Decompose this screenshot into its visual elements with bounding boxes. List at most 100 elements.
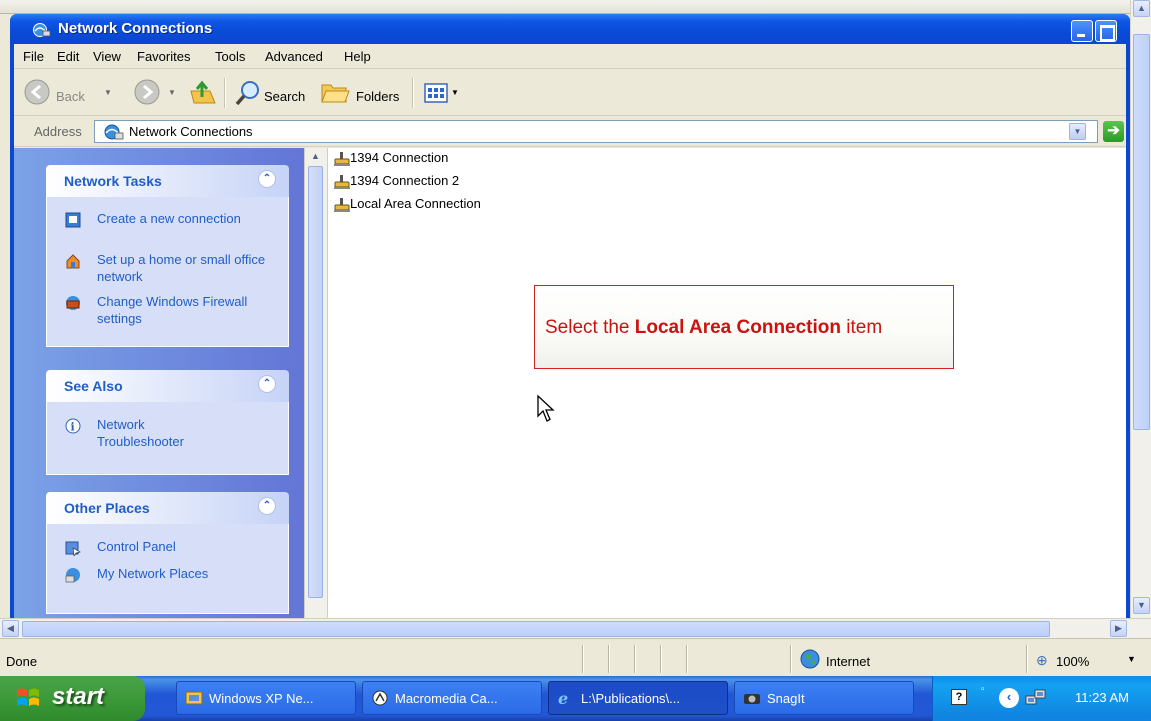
address-label: Address bbox=[34, 124, 82, 139]
status-divider bbox=[582, 645, 584, 673]
folders-label: Folders bbox=[356, 89, 400, 104]
task-label: Create a new connection bbox=[97, 211, 241, 226]
folders-icon bbox=[321, 84, 350, 103]
windows-flag-icon bbox=[17, 688, 39, 706]
task-pane-scroll-thumb[interactable] bbox=[308, 166, 323, 598]
network-connections-icon bbox=[33, 23, 51, 37]
vertical-scroll-thumb[interactable] bbox=[1133, 34, 1150, 430]
task-firewall-settings[interactable]: Change Windows Firewall settings bbox=[65, 293, 280, 329]
forward-arrow-icon bbox=[134, 79, 160, 105]
title-bar[interactable]: Network Connections bbox=[10, 14, 1130, 44]
horizontal-scroll-thumb[interactable] bbox=[22, 621, 1050, 637]
help-tray-icon[interactable]: ? bbox=[951, 689, 967, 705]
other-places-header[interactable]: Other Places ⌃ bbox=[46, 492, 289, 524]
address-field[interactable]: Network Connections ▼ bbox=[94, 120, 1098, 143]
task-label: Control Panel bbox=[97, 539, 176, 554]
menu-bar: File Edit View Favorites Tools Advanced … bbox=[14, 44, 1126, 69]
svg-text:i: i bbox=[71, 421, 75, 434]
network-cable-icon bbox=[334, 152, 350, 166]
macromedia-app-icon bbox=[372, 690, 388, 706]
vertical-scrollbar[interactable]: ▲ ▼ bbox=[1130, 0, 1151, 618]
place-my-network-places[interactable]: My Network Places bbox=[65, 565, 280, 585]
taskbar-button-publications[interactable]: e L:\Publications\... bbox=[548, 681, 728, 715]
task-home-network[interactable]: Set up a home or small office network bbox=[65, 251, 280, 287]
status-divider bbox=[1026, 645, 1028, 673]
menu-tools[interactable]: Tools bbox=[215, 49, 245, 64]
menu-favorites[interactable]: Favorites bbox=[137, 49, 190, 64]
collapse-icon[interactable]: ⌃ bbox=[258, 375, 276, 393]
see-also-title: See Also bbox=[64, 378, 123, 394]
place-control-panel[interactable]: Control Panel bbox=[65, 538, 280, 558]
up-folder-icon[interactable] bbox=[188, 79, 218, 107]
views-dropdown-icon[interactable]: ▼ bbox=[451, 88, 459, 97]
taskbar: start Windows XP Ne... Macromedia Ca... … bbox=[0, 676, 1151, 721]
snagit-app-icon bbox=[744, 694, 760, 704]
task-network-troubleshooter[interactable]: i Network Troubleshooter bbox=[65, 416, 280, 452]
back-dropdown-icon[interactable]: ▼ bbox=[104, 88, 112, 97]
callout-prefix: Select the bbox=[545, 317, 635, 338]
taskbar-button-windows-xp[interactable]: Windows XP Ne... bbox=[176, 681, 356, 715]
address-dropdown-icon[interactable]: ▼ bbox=[1069, 123, 1086, 140]
window-client-area: File Edit View Favorites Tools Advanced … bbox=[14, 44, 1126, 619]
connection-label: 1394 Connection bbox=[350, 150, 449, 165]
status-bar: Done Internet ⊕ 100% ▼ bbox=[0, 638, 1151, 676]
show-hidden-icons-button[interactable]: ‹ bbox=[999, 688, 1019, 708]
zoom-level[interactable]: 100% bbox=[1056, 654, 1089, 669]
folders-button[interactable]: Folders bbox=[316, 74, 408, 112]
callout-emphasis: Local Area Connection bbox=[634, 317, 841, 338]
start-button[interactable]: start bbox=[0, 676, 145, 721]
internet-explorer-icon: e bbox=[558, 690, 568, 706]
taskbar-button-label: Macromedia Ca... bbox=[395, 691, 498, 706]
see-also-body: i Network Troubleshooter bbox=[46, 402, 289, 475]
browser-top-edge bbox=[0, 0, 1151, 14]
menu-edit[interactable]: Edit bbox=[57, 49, 79, 64]
restore-tray-icon[interactable]: ▫ bbox=[981, 684, 985, 695]
scroll-right-arrow-icon[interactable]: ▶ bbox=[1110, 620, 1127, 637]
views-icon bbox=[424, 83, 448, 103]
callout-text: Select the Local Area Connection item bbox=[545, 317, 882, 339]
toolbar-separator bbox=[412, 78, 414, 108]
menu-view[interactable]: View bbox=[93, 49, 121, 64]
other-places-title: Other Places bbox=[64, 500, 150, 516]
network-status-icon[interactable] bbox=[1025, 688, 1047, 708]
svg-text:e: e bbox=[558, 690, 568, 706]
see-also-header[interactable]: See Also ⌃ bbox=[46, 370, 289, 402]
clock[interactable]: 11:23 AM bbox=[1075, 690, 1129, 705]
network-places-icon bbox=[65, 568, 80, 583]
network-connections-window: Network Connections File Edit View Favor… bbox=[10, 14, 1130, 619]
horizontal-scrollbar[interactable]: ◀ ▶ bbox=[0, 618, 1151, 638]
system-tray: ? ▫ ‹ 11:23 AM bbox=[932, 676, 1151, 721]
toolbar-separator bbox=[224, 78, 226, 108]
menu-advanced[interactable]: Advanced bbox=[265, 49, 323, 64]
scroll-down-arrow-icon[interactable]: ▼ bbox=[1133, 597, 1150, 614]
scroll-up-arrow-icon[interactable]: ▲ bbox=[1133, 0, 1150, 17]
new-connection-icon bbox=[65, 212, 81, 228]
search-label: Search bbox=[264, 89, 306, 104]
search-button[interactable]: Search bbox=[230, 74, 310, 112]
task-pane-scrollbar[interactable]: ▲ bbox=[304, 148, 328, 619]
task-create-connection[interactable]: Create a new connection bbox=[65, 210, 280, 246]
menu-file[interactable]: File bbox=[23, 49, 44, 64]
forward-button[interactable]: ▼ bbox=[132, 74, 178, 112]
firewall-icon bbox=[66, 296, 80, 310]
taskbar-button-snagit[interactable]: SnagIt bbox=[734, 681, 914, 715]
other-places-panel: Other Places ⌃ Control Panel My Network … bbox=[46, 492, 289, 614]
forward-dropdown-icon[interactable]: ▼ bbox=[168, 88, 176, 97]
taskbar-button-macromedia[interactable]: Macromedia Ca... bbox=[362, 681, 542, 715]
maximize-button[interactable] bbox=[1095, 20, 1117, 42]
back-button[interactable]: Back ▼ bbox=[20, 74, 130, 112]
start-label: start bbox=[52, 683, 105, 710]
home-network-icon bbox=[66, 254, 80, 269]
network-tasks-header[interactable]: Network Tasks ⌃ bbox=[46, 165, 289, 197]
help-info-icon: i bbox=[65, 418, 81, 434]
zoom-dropdown-icon[interactable]: ▼ bbox=[1127, 654, 1136, 664]
views-button[interactable]: ▼ bbox=[418, 74, 474, 112]
collapse-icon[interactable]: ⌃ bbox=[258, 497, 276, 515]
menu-help[interactable]: Help bbox=[344, 49, 371, 64]
scroll-left-arrow-icon[interactable]: ◀ bbox=[2, 620, 19, 637]
scroll-up-arrow-icon[interactable]: ▲ bbox=[308, 149, 323, 164]
minimize-button[interactable] bbox=[1071, 20, 1093, 42]
network-connections-icon bbox=[104, 124, 124, 140]
go-arrow-icon[interactable]: ➔ bbox=[1103, 121, 1124, 142]
collapse-icon[interactable]: ⌃ bbox=[258, 170, 276, 188]
